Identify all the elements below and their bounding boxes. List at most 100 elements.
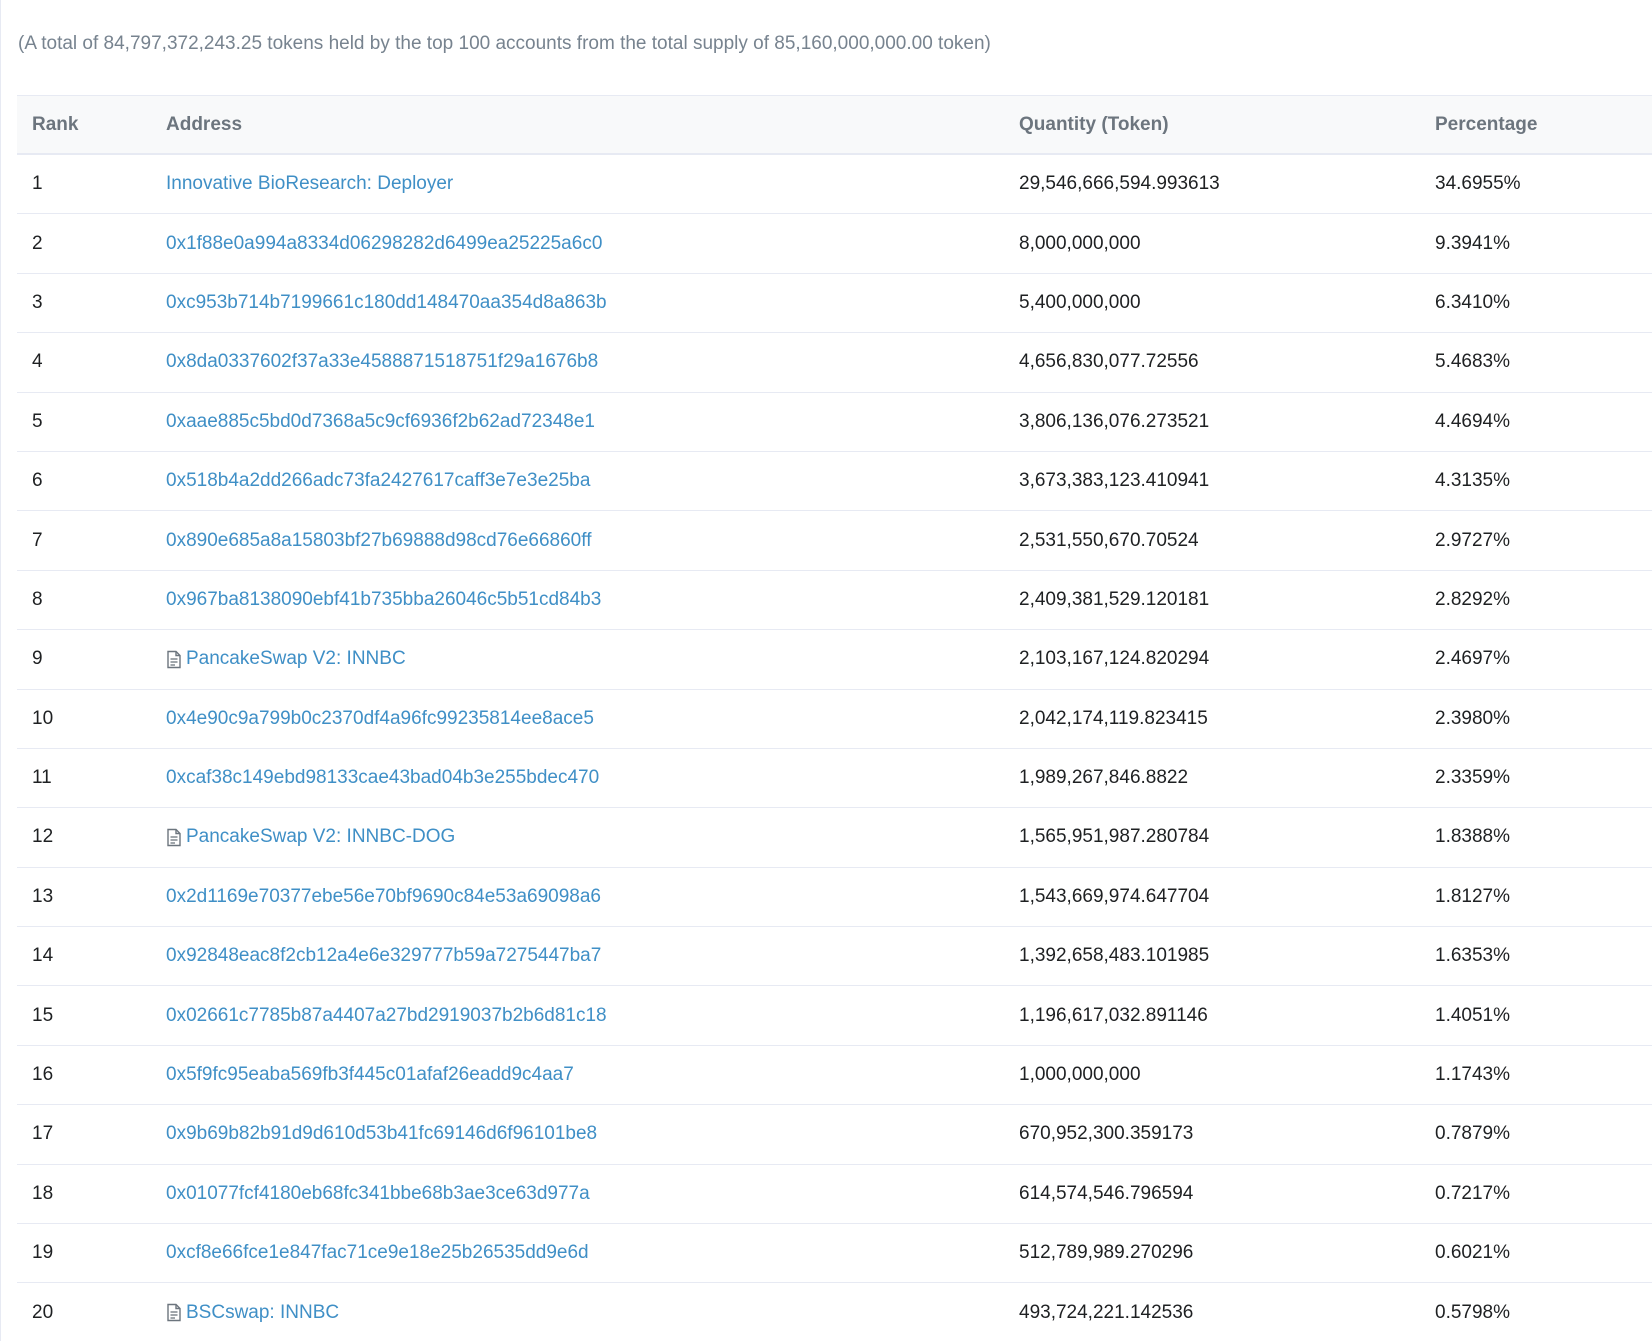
rank-cell: 6: [32, 470, 43, 492]
address-cell: 0x4e90c9a799b0c2370df4a96fc99235814ee8ac…: [166, 708, 1019, 730]
column-header-rank: Rank: [32, 113, 79, 135]
percentage-cell: 34.6955%: [1435, 173, 1521, 195]
percentage-cell: 2.4697%: [1435, 648, 1511, 670]
quantity-cell: 1,000,000,000: [1019, 1064, 1141, 1086]
address-cell: 0x01077fcf4180eb68fc341bbe68b3ae3ce63d97…: [166, 1183, 1019, 1205]
rank-cell: 7: [32, 529, 43, 551]
address-link[interactable]: 0x4e90c9a799b0c2370df4a96fc99235814ee8ac…: [166, 708, 594, 730]
address-text: 0x967ba8138090ebf41b735bba26046c5b51cd84…: [166, 588, 602, 610]
address-link[interactable]: 0x518b4a2dd266adc73fa2427617caff3e7e3e25…: [166, 470, 590, 492]
address-text: 0xcaf38c149ebd98133cae43bad04b3e255bdec4…: [166, 767, 600, 789]
rank-cell: 12: [32, 826, 54, 848]
address-text: 0x02661c7785b87a4407a27bd2919037b2b6d81c…: [166, 1004, 607, 1026]
percentage-cell: 6.3410%: [1435, 291, 1511, 313]
address-link[interactable]: PancakeSwap V2: INNBC-DOG: [166, 826, 455, 848]
address-link[interactable]: 0x9b69b82b91d9d610d53b41fc69146d6f96101b…: [166, 1123, 597, 1145]
table-row: 13 0x2d1169e70377ebe56e70bf9690c84e53a690…: [17, 868, 1652, 928]
percentage-cell: 2.3980%: [1435, 707, 1511, 729]
quantity-cell: 493,724,221.142536: [1019, 1301, 1194, 1323]
column-header-quantity: Quantity (Token): [1019, 113, 1169, 135]
holders-table: Rank Address Quantity (Token) Percentage…: [17, 95, 1652, 1341]
address-link[interactable]: 0xcaf38c149ebd98133cae43bad04b3e255bdec4…: [166, 767, 599, 789]
address-link[interactable]: 0xc953b714b7199661c180dd148470aa354d8a86…: [166, 292, 607, 314]
percentage-cell: 1.8127%: [1435, 885, 1511, 907]
quantity-cell: 614,574,546.796594: [1019, 1182, 1194, 1204]
quantity-cell: 2,042,174,119.823415: [1019, 707, 1208, 729]
address-cell: BSCswap: INNBC: [166, 1302, 1019, 1324]
address-cell: 0x2d1169e70377ebe56e70bf9690c84e53a69098…: [166, 886, 1019, 908]
table-row: 4 0x8da0337602f37a33e4588871518751f29a167…: [17, 333, 1652, 393]
quantity-cell: 5,400,000,000: [1019, 291, 1141, 313]
address-link[interactable]: PancakeSwap V2: INNBC: [166, 648, 406, 670]
address-link[interactable]: 0x2d1169e70377ebe56e70bf9690c84e53a69098…: [166, 886, 601, 908]
percentage-cell: 2.9727%: [1435, 529, 1511, 551]
rank-cell: 2: [32, 232, 43, 254]
quantity-cell: 1,196,617,032.891146: [1019, 1004, 1208, 1026]
column-header-percentage: Percentage: [1435, 113, 1538, 135]
rank-cell: 8: [32, 588, 43, 610]
address-link[interactable]: 0xcf8e66fce1e847fac71ce9e18e25b26535dd9e…: [166, 1242, 589, 1264]
token-holders-page: (A total of 84,797,372,243.25 tokens hel…: [0, 0, 1652, 1341]
address-text: 0x4e90c9a799b0c2370df4a96fc99235814ee8ac…: [166, 707, 594, 729]
document-icon: [166, 1302, 186, 1324]
table-row: 7 0x890e685a8a15803bf27b69888d98cd76e6686…: [17, 511, 1652, 571]
address-text: 0x2d1169e70377ebe56e70bf9690c84e53a69098…: [166, 885, 601, 907]
quantity-cell: 2,103,167,124.820294: [1019, 648, 1210, 670]
address-cell: 0x92848eac8f2cb12a4e6e329777b59a7275447b…: [166, 945, 1019, 967]
rank-cell: 1: [32, 173, 43, 195]
percentage-cell: 1.4051%: [1435, 1004, 1511, 1026]
holders-summary: (A total of 84,797,372,243.25 tokens hel…: [18, 33, 991, 54]
address-text: 0x5f9fc95eaba569fb3f445c01afaf26eadd9c4a…: [166, 1064, 574, 1086]
address-link[interactable]: BSCswap: INNBC: [166, 1302, 339, 1324]
address-cell: 0x02661c7785b87a4407a27bd2919037b2b6d81c…: [166, 1005, 1019, 1027]
address-link[interactable]: 0x01077fcf4180eb68fc341bbe68b3ae3ce63d97…: [166, 1183, 590, 1205]
address-cell: PancakeSwap V2: INNBC: [166, 648, 1019, 670]
address-cell: 0x1f88e0a994a8334d06298282d6499ea25225a6…: [166, 233, 1019, 255]
percentage-cell: 4.4694%: [1435, 410, 1511, 432]
percentage-cell: 2.3359%: [1435, 767, 1511, 789]
address-link[interactable]: 0x92848eac8f2cb12a4e6e329777b59a7275447b…: [166, 945, 601, 967]
quantity-cell: 8,000,000,000: [1019, 232, 1141, 254]
table-row: 20 BSCswap: INNBC 493,724,221.142536 0.5798…: [17, 1283, 1652, 1341]
percentage-cell: 0.5798%: [1435, 1301, 1511, 1323]
address-link[interactable]: 0xaae885c5bd0d7368a5c9cf6936f2b62ad72348…: [166, 411, 595, 433]
left-border: [0, 0, 1, 1341]
table-row: 17 0x9b69b82b91d9d610d53b41fc69146d6f9610…: [17, 1105, 1652, 1165]
quantity-cell: 1,565,951,987.280784: [1019, 826, 1210, 848]
address-link[interactable]: 0x1f88e0a994a8334d06298282d6499ea25225a6…: [166, 233, 602, 255]
address-text: 0x9b69b82b91d9d610d53b41fc69146d6f96101b…: [166, 1123, 598, 1145]
address-link[interactable]: 0x02661c7785b87a4407a27bd2919037b2b6d81c…: [166, 1005, 607, 1027]
percentage-cell: 0.6021%: [1435, 1242, 1511, 1264]
table-row: 14 0x92848eac8f2cb12a4e6e329777b59a727544…: [17, 927, 1652, 987]
table-row: 6 0x518b4a2dd266adc73fa2427617caff3e7e3e2…: [17, 452, 1652, 512]
table-row: 11 0xcaf38c149ebd98133cae43bad04b3e255bde…: [17, 749, 1652, 809]
address-text: 0x8da0337602f37a33e4588871518751f29a1676…: [166, 351, 599, 373]
quantity-cell: 29,546,666,594.993613: [1019, 173, 1220, 195]
quantity-cell: 1,392,658,483.101985: [1019, 945, 1210, 967]
rank-cell: 3: [32, 291, 43, 313]
table-row: 15 0x02661c7785b87a4407a27bd2919037b2b6d8…: [17, 986, 1652, 1046]
quantity-cell: 1,543,669,974.647704: [1019, 885, 1210, 907]
address-text: PancakeSwap V2: INNBC: [186, 648, 406, 670]
table-row: 3 0xc953b714b7199661c180dd148470aa354d8a8…: [17, 274, 1652, 334]
address-link[interactable]: 0x8da0337602f37a33e4588871518751f29a1676…: [166, 351, 598, 373]
address-link[interactable]: 0x967ba8138090ebf41b735bba26046c5b51cd84…: [166, 589, 601, 611]
table-row: 1 Innovative BioResearch: Deployer 29,546,…: [17, 155, 1652, 215]
quantity-cell: 512,789,989.270296: [1019, 1242, 1194, 1264]
table-body: 1 Innovative BioResearch: Deployer 29,546,…: [17, 155, 1652, 1341]
quantity-cell: 2,531,550,670.70524: [1019, 529, 1199, 551]
address-link[interactable]: 0x5f9fc95eaba569fb3f445c01afaf26eadd9c4a…: [166, 1064, 574, 1086]
quantity-cell: 2,409,381,529.120181: [1019, 588, 1210, 610]
percentage-cell: 5.4683%: [1435, 351, 1511, 373]
address-text: 0xaae885c5bd0d7368a5c9cf6936f2b62ad72348…: [166, 410, 595, 432]
rank-cell: 20: [32, 1301, 54, 1323]
address-cell: Innovative BioResearch: Deployer: [166, 173, 1019, 195]
address-text: 0x518b4a2dd266adc73fa2427617caff3e7e3e25…: [166, 470, 591, 492]
address-link[interactable]: Innovative BioResearch: Deployer: [166, 173, 453, 195]
rank-cell: 17: [32, 1123, 54, 1145]
quantity-cell: 1,989,267,846.8822: [1019, 767, 1189, 789]
address-text: BSCswap: INNBC: [186, 1301, 340, 1323]
address-text: 0xcf8e66fce1e847fac71ce9e18e25b26535dd9e…: [166, 1242, 589, 1264]
address-link[interactable]: 0x890e685a8a15803bf27b69888d98cd76e66860…: [166, 530, 591, 552]
percentage-cell: 1.6353%: [1435, 945, 1511, 967]
